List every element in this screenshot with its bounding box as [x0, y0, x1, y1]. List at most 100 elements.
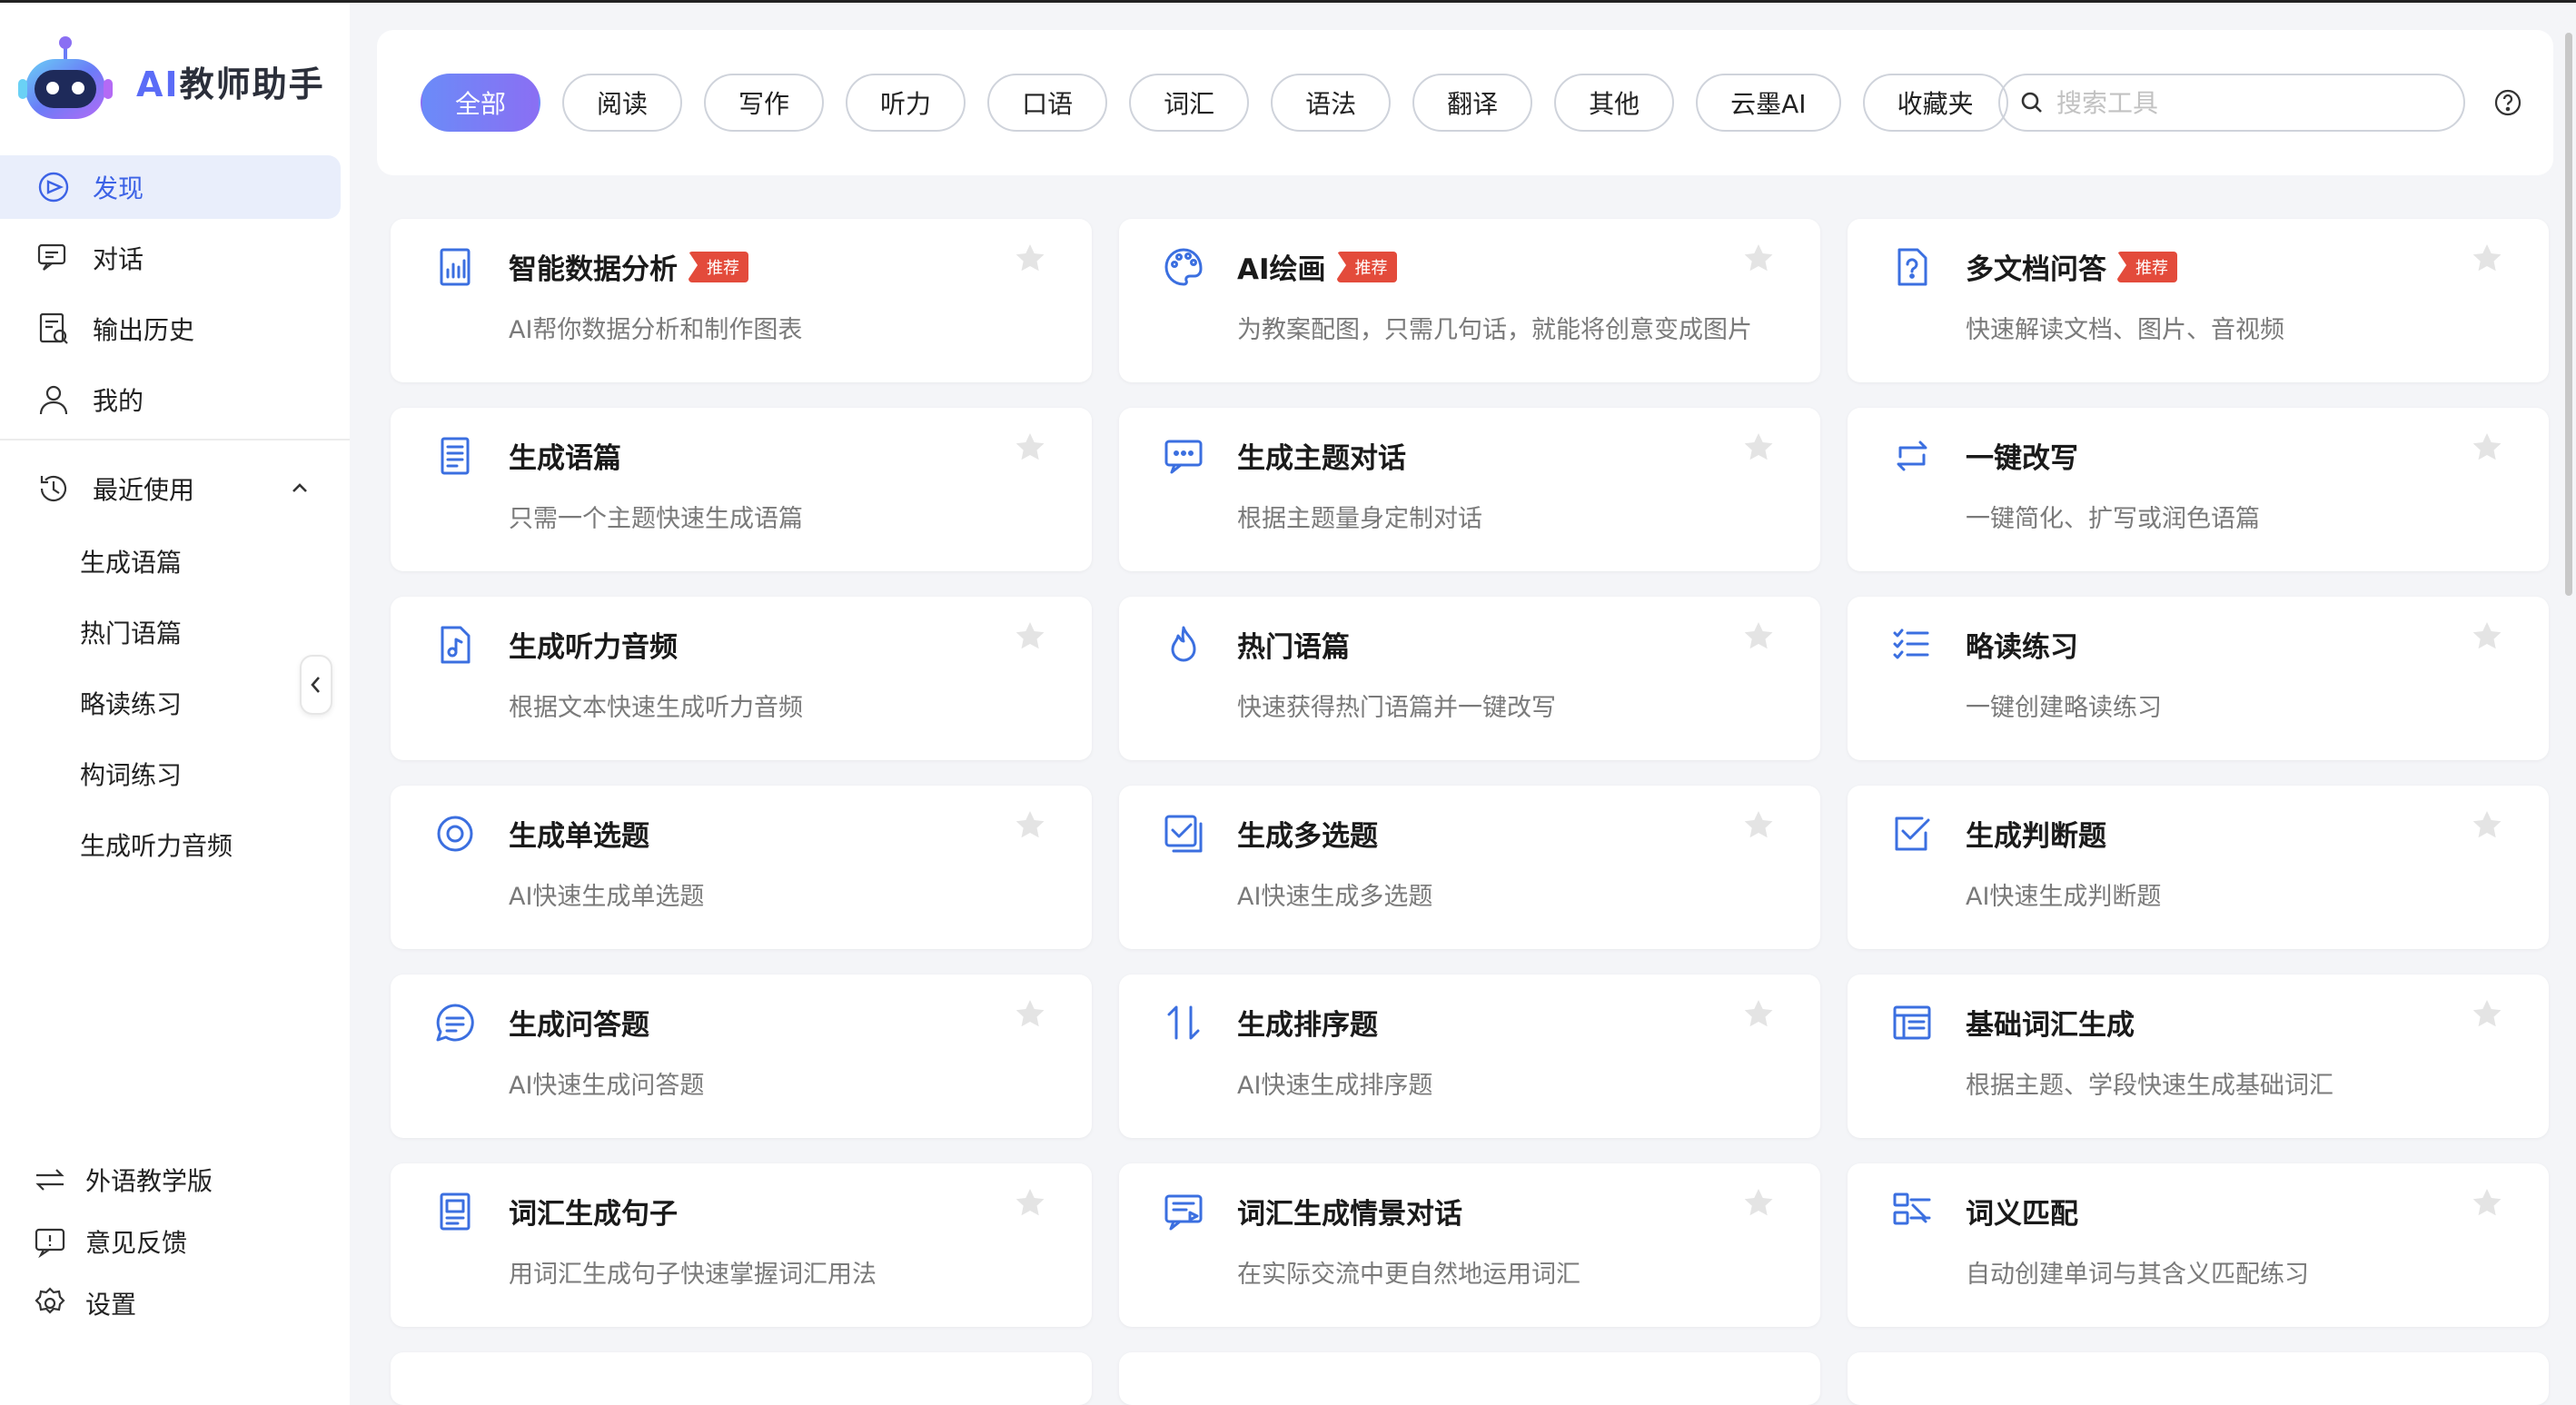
- favorite-star-icon[interactable]: [1012, 996, 1048, 1033]
- tool-card[interactable]: 生成多选题 AI快速生成多选题: [1119, 786, 1820, 949]
- search-input[interactable]: [2056, 87, 2438, 118]
- nav-item-history[interactable]: 输出历史: [0, 297, 341, 361]
- app-title-rest: 教师助手: [179, 64, 325, 104]
- favorite-star-icon[interactable]: [1012, 807, 1048, 844]
- tool-card-title: 生成语篇: [509, 435, 621, 476]
- tab-writing[interactable]: 写作: [704, 74, 825, 132]
- tool-card[interactable]: 热门语篇 快速获得热门语篇并一键改写: [1119, 597, 1820, 760]
- tool-card-title: 智能数据分析 推荐: [509, 246, 748, 287]
- tab-all[interactable]: 全部: [421, 74, 541, 132]
- tool-card-partial[interactable]: [391, 1352, 1092, 1405]
- favorite-star-icon[interactable]: [2469, 618, 2505, 655]
- favorite-star-icon[interactable]: [2469, 241, 2505, 277]
- recent-item[interactable]: 构词练习: [80, 756, 233, 826]
- main-nav: 发现 对话 输出历史 我的: [0, 155, 350, 439]
- help-icon[interactable]: [2493, 88, 2522, 117]
- tool-card-description: 根据主题、学段快速生成基础词汇: [1966, 1072, 2333, 1100]
- search-box[interactable]: [1998, 74, 2465, 132]
- chat-icon: [37, 243, 66, 271]
- tab-favorites[interactable]: 收藏夹: [1862, 74, 2008, 132]
- tool-card-description: AI快速生成排序题: [1237, 1072, 1433, 1100]
- feedback-link[interactable]: 意见反馈: [33, 1211, 213, 1272]
- nav-label: 输出历史: [93, 315, 195, 345]
- favorite-star-icon[interactable]: [2469, 996, 2505, 1033]
- recent-item[interactable]: 略读练习: [80, 685, 233, 756]
- robot-logo-icon: [18, 36, 113, 119]
- tool-card[interactable]: 生成听力音频 根据文本快速生成听力音频: [391, 597, 1092, 760]
- favorite-star-icon[interactable]: [1012, 618, 1048, 655]
- tool-card-title: 生成主题对话: [1237, 435, 1406, 476]
- recent-section-toggle[interactable]: 最近使用: [0, 457, 350, 520]
- tool-card[interactable]: 词汇生成情景对话 在实际交流中更自然地运用词汇: [1119, 1163, 1820, 1327]
- tab-translation[interactable]: 翻译: [1412, 74, 1533, 132]
- doc-question-icon: [1897, 248, 1927, 286]
- tool-card[interactable]: 一键改写 一键简化、扩写或润色语篇: [1848, 408, 2549, 571]
- nav-label: 我的: [93, 386, 144, 416]
- favorite-star-icon[interactable]: [1740, 1185, 1777, 1222]
- tab-listening[interactable]: 听力: [846, 74, 966, 132]
- tab-yunmo-ai[interactable]: 云墨AI: [1696, 74, 1841, 132]
- collapse-sidebar-button[interactable]: [300, 655, 332, 715]
- tool-card-title: 生成判断题: [1966, 813, 2106, 854]
- tab-reading[interactable]: 阅读: [562, 74, 683, 132]
- tool-card-title: 生成问答题: [509, 1002, 649, 1043]
- favorite-star-icon[interactable]: [1740, 241, 1777, 277]
- tool-card[interactable]: 略读练习 一键创建略读练习: [1848, 597, 2549, 760]
- tab-vocabulary[interactable]: 词汇: [1129, 74, 1250, 132]
- favorite-star-icon[interactable]: [1740, 618, 1777, 655]
- message-icon: [1164, 440, 1203, 474]
- tool-card-description: AI快速生成多选题: [1237, 883, 1433, 911]
- recent-label: 最近使用: [93, 475, 195, 505]
- switch-icon: [35, 1169, 64, 1191]
- tool-card[interactable]: 生成问答题 AI快速生成问答题: [391, 975, 1092, 1138]
- tool-card[interactable]: 生成排序题 AI快速生成排序题: [1119, 975, 1820, 1138]
- tool-card[interactable]: 生成单选题 AI快速生成单选题: [391, 786, 1092, 949]
- tool-card[interactable]: AI绘画 推荐 为教案配图，只需几句话，就能将创意变成图片: [1119, 219, 1820, 382]
- tool-card[interactable]: 生成判断题 AI快速生成判断题: [1848, 786, 2549, 949]
- tab-speaking[interactable]: 口语: [987, 74, 1108, 132]
- recent-item[interactable]: 热门语篇: [80, 614, 233, 685]
- page-scrollbar[interactable]: [2565, 33, 2572, 596]
- tool-card[interactable]: 生成主题对话 根据主题量身定制对话: [1119, 408, 1820, 571]
- foreign-language-edition-link[interactable]: 外语教学版: [33, 1149, 213, 1211]
- tool-card[interactable]: 词义匹配 自动创建单词与其含义匹配练习: [1848, 1163, 2549, 1327]
- sidebar-bottom: 外语教学版 意见反馈 设置: [33, 1149, 213, 1334]
- favorite-star-icon[interactable]: [1740, 430, 1777, 466]
- tool-card-title-text: 生成多选题: [1237, 820, 1378, 853]
- favorite-star-icon[interactable]: [2469, 1185, 2505, 1222]
- sentence-doc-icon: [440, 1192, 471, 1231]
- category-tabs: 全部 阅读 写作 听力 口语 词汇 语法 翻译 其他 云墨AI 收藏夹: [421, 74, 2030, 132]
- user-icon: [39, 385, 68, 415]
- recent-item[interactable]: 生成语篇: [80, 543, 233, 614]
- favorite-star-icon[interactable]: [1012, 241, 1048, 277]
- discover-icon: [38, 172, 69, 203]
- tool-card[interactable]: 多文档问答 推荐 快速解读文档、图片、音视频: [1848, 219, 2549, 382]
- history-doc-icon: [39, 312, 68, 344]
- favorite-star-icon[interactable]: [1012, 430, 1048, 466]
- tool-card-title: 略读练习: [1966, 624, 2078, 665]
- favorite-star-icon[interactable]: [2469, 807, 2505, 844]
- favorite-star-icon[interactable]: [1012, 1185, 1048, 1222]
- bottom-label: 意见反馈: [85, 1228, 188, 1258]
- tool-card-title-text: 词义匹配: [1966, 1198, 2078, 1231]
- tool-card-partial[interactable]: [1119, 1352, 1820, 1405]
- tool-card[interactable]: 生成语篇 只需一个主题快速生成语篇: [391, 408, 1092, 571]
- settings-link[interactable]: 设置: [33, 1272, 213, 1334]
- nav-item-discover[interactable]: 发现: [0, 155, 341, 219]
- tool-card-description: AI快速生成单选题: [509, 883, 705, 911]
- nav-item-chat[interactable]: 对话: [0, 226, 341, 290]
- favorite-star-icon[interactable]: [2469, 430, 2505, 466]
- tool-card[interactable]: 基础词汇生成 根据主题、学段快速生成基础词汇: [1848, 975, 2549, 1138]
- favorite-star-icon[interactable]: [1740, 996, 1777, 1033]
- tab-grammar[interactable]: 语法: [1271, 74, 1392, 132]
- tool-card[interactable]: 智能数据分析 推荐 AI帮你数据分析和制作图表: [391, 219, 1092, 382]
- tab-other[interactable]: 其他: [1554, 74, 1675, 132]
- nav-label: 对话: [93, 244, 144, 274]
- favorite-star-icon[interactable]: [1740, 807, 1777, 844]
- app-logo[interactable]: AI教师助手: [18, 35, 325, 126]
- nav-item-mine[interactable]: 我的: [0, 368, 341, 431]
- recent-item[interactable]: 生成听力音频: [80, 826, 233, 897]
- tool-card[interactable]: 词汇生成句子 用词汇生成句子快速掌握词汇用法: [391, 1163, 1092, 1327]
- tool-card-partial[interactable]: [1848, 1352, 2549, 1405]
- tool-card-description: 根据文本快速生成听力音频: [509, 694, 803, 722]
